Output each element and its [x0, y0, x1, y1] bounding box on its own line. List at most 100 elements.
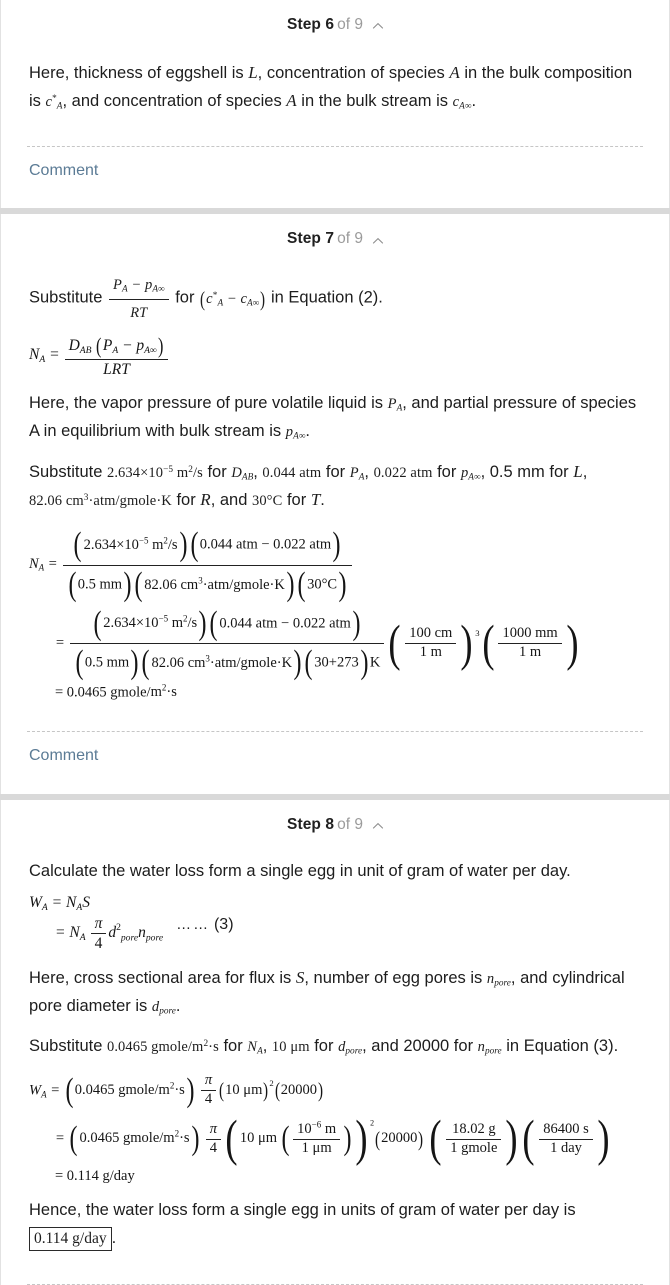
text-fragment: for	[207, 462, 227, 481]
value-NA: 0.0465 gmole/m2·s	[106, 1038, 219, 1055]
solution-steps-page: Step 6 of 9 Here, thickness of eggshell i…	[0, 0, 670, 1285]
symbol-A: A	[286, 91, 297, 111]
text-fragment: .	[320, 491, 325, 510]
text-fragment: Here, the vapor pressure of pure volatil…	[29, 394, 384, 413]
text-fragment: for	[437, 462, 457, 481]
unit-conversion-um-to-m: (10−6 m1 μm)	[281, 1119, 352, 1157]
chevron-up-icon[interactable]	[372, 820, 384, 831]
molar-mass-conversion: (18.02 g1 gmole)	[429, 1110, 518, 1167]
equation-WA-definition: WA = NAS = NA π4 d2porenpore …… (3)	[29, 894, 641, 953]
value-T: 30°C	[251, 493, 283, 510]
step-8-definitions: Here, cross sectional area for flux is S…	[29, 964, 641, 1020]
math-c-star-A: c*A	[45, 94, 63, 112]
equation-line-2: = NA π4 d2porenpore …… (3)	[55, 915, 234, 953]
comment-link[interactable]: Comment	[29, 147, 98, 208]
equation-line-1: WA = NAS	[29, 893, 90, 913]
vapor-pressure-paragraph: Here, the vapor pressure of pure volatil…	[29, 390, 641, 445]
text-fragment: and	[219, 491, 248, 510]
step-6-of: of 9	[337, 16, 363, 33]
flux-result: = 0.0465 gmole/m2·s	[55, 682, 177, 701]
equation-WA-numeric: WA = (0.0465 gmole/m2·s) π4 (10 μm)2(200…	[29, 1071, 641, 1185]
step-6-comment-wrap: Comment	[1, 147, 669, 208]
math-n-pore: npore	[486, 971, 511, 990]
value-pAinf: 0.022 atm	[373, 464, 433, 481]
chevron-up-icon[interactable]	[372, 20, 384, 31]
step-8-of: of 9	[337, 815, 363, 833]
text-fragment: Here, thickness of eggshell is	[29, 63, 244, 82]
text-fragment: for	[325, 462, 346, 481]
conclusion-paragraph: Hence, the water loss form a single egg …	[29, 1197, 641, 1252]
text-fragment: for	[314, 1036, 334, 1055]
step-7-comment-wrap: Comment	[1, 732, 669, 793]
value-dpore: 10 μm	[271, 1038, 310, 1055]
math-PA: PA	[387, 396, 403, 414]
text-fragment: Hence, the water loss form a single egg …	[29, 1201, 576, 1219]
symbol-A: A	[449, 62, 460, 82]
symbol-NA: NA	[247, 1038, 263, 1057]
text-fragment: Substitute	[29, 462, 103, 481]
boxed-answer-value: 0.114 g/day	[34, 1229, 107, 1247]
symbol-R: R	[200, 490, 211, 510]
step-6-label: Step 6	[287, 16, 335, 33]
step-8-body: Calculate the water loss form a single e…	[1, 840, 669, 1262]
symbol-npore: npore	[477, 1038, 502, 1057]
step-6-body: Here, thickness of eggshell is L, concen…	[1, 41, 669, 132]
text-fragment: , and concentration of species	[62, 92, 282, 111]
substitute-line-2: Substitute 2.634×10−5 m2/s for DAB, 0.04…	[29, 461, 588, 510]
text-fragment: , concentration of species	[257, 63, 445, 82]
step-6-paragraph: Here, thickness of eggshell is L, concen…	[29, 59, 641, 116]
equation-NA-numeric: NA = (2.634×10−5 m2/s)(0.044 atm − 0.022…	[29, 526, 641, 701]
step-card-6: Step 6 of 9 Here, thickness of eggshell i…	[0, 0, 670, 209]
value-DAB: 2.634×10−5 m2/s	[106, 464, 203, 481]
math-fraction-PA-pAinf-over-RT: PA − pA∞ RT	[107, 277, 171, 321]
step-7-of: of 9	[337, 230, 363, 248]
symbol-L: L	[248, 62, 258, 82]
text-fragment: Substitute	[29, 288, 103, 307]
equation-NA-diffusion: NA = DAB (PA − pA∞) LRT	[29, 333, 641, 379]
math-c-A-infinity: cA∞	[452, 94, 472, 112]
water-loss-result: = 0.114 g/day	[55, 1168, 135, 1185]
equation-line-1: WA = (0.0465 gmole/m2·s) π4 (10 μm)2(200…	[29, 1071, 323, 1109]
step-card-8: Step 8 of 9 Calculate the water loss form…	[0, 799, 670, 1285]
text-fragment: in Equation (2).	[270, 288, 383, 307]
boxed-answer: 0.114 g/day	[29, 1226, 112, 1252]
text-fragment: for	[223, 1036, 243, 1055]
text-fragment: , and 20000 for	[362, 1036, 474, 1055]
step-7-body: Substitute PA − pA∞ RT for (c*A − cA∞) in…	[1, 255, 669, 717]
text-fragment: for	[176, 491, 196, 510]
substitute-line-1: Substitute PA − pA∞ RT for (c*A − cA∞) in…	[29, 273, 641, 326]
text-fragment: .	[111, 1228, 117, 1247]
math-pA-infinity: pA∞	[285, 424, 306, 442]
text-fragment: .	[305, 422, 311, 441]
value-L: 0.5 mm	[489, 462, 545, 481]
text-fragment: .	[471, 92, 477, 111]
value-PA: 0.044 atm	[262, 464, 322, 481]
symbol-pAinf: pA∞	[460, 464, 481, 483]
text-fragment: in the bulk stream is	[301, 92, 449, 111]
text-fragment: for	[286, 491, 307, 510]
text-fragment: for	[549, 462, 569, 481]
step-6-header[interactable]: Step 6 of 9	[1, 0, 669, 41]
unit-conversion-mm-to-m: (1000 mm 1 m)	[481, 614, 579, 671]
equation-number: (3)	[213, 916, 234, 934]
text-fragment: in Equation (3).	[506, 1036, 619, 1055]
text-fragment: .	[175, 997, 181, 1016]
math-paren-c-difference: (c*A − cA∞)	[200, 286, 266, 311]
symbol-dpore: dpore	[338, 1038, 363, 1057]
chevron-up-icon[interactable]	[372, 235, 384, 246]
symbol-PA: PA	[349, 464, 365, 483]
value-R: 82.06 cm3·atm/gmole·K	[29, 493, 172, 510]
step-7-header[interactable]: Step 7 of 9	[1, 214, 669, 255]
comment-link[interactable]: Comment	[29, 732, 98, 793]
symbol-T: T	[310, 490, 321, 510]
step-8-header[interactable]: Step 8 of 9	[1, 800, 669, 841]
symbol-L: L	[573, 461, 583, 481]
step-8-intro: Calculate the water loss form a single e…	[29, 862, 571, 881]
step-card-7: Step 7 of 9 Substitute PA − pA∞ RT for (c*…	[0, 214, 670, 794]
step-7-label: Step 7	[287, 230, 335, 248]
symbol-DAB: DAB	[231, 464, 254, 483]
text-fragment: Here, cross sectional area for flux is	[29, 969, 292, 988]
math-d-pore: dpore	[151, 999, 176, 1017]
equation-dots: ……	[176, 916, 211, 934]
text-fragment: Substitute	[29, 1036, 103, 1055]
